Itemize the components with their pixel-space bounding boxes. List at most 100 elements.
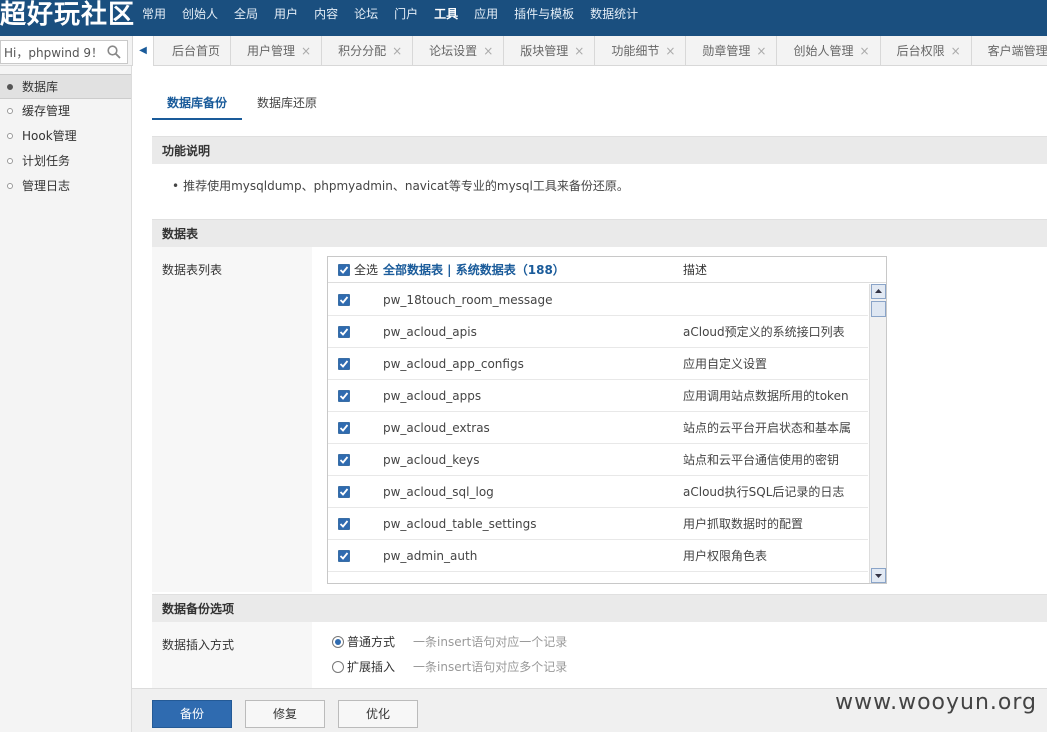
intro-text: • 推荐使用mysqldump、phpmyadmin、navicat等专业的mys…	[172, 179, 629, 193]
row-checkbox[interactable]	[338, 294, 350, 306]
table-name: pw_acloud_keys	[383, 453, 480, 467]
sidebar: 数据库 缓存管理 Hook管理 计划任务 管理日志	[0, 66, 132, 732]
table-row: pw_admin_auth 用户权限角色表	[328, 540, 868, 572]
main-nav: 常用 创始人 全局 用户 内容 论坛 门户 工具 应用 插件与模板 数据统计	[134, 0, 646, 30]
table-desc: aCloud预定义的系统接口列表	[683, 325, 845, 339]
table-name: pw_acloud_sql_log	[383, 485, 494, 499]
table-row: pw_acloud_app_configs 应用自定义设置	[328, 348, 868, 380]
check-icon	[339, 328, 349, 336]
close-icon[interactable]: ×	[756, 44, 766, 58]
table-name: pw_admin_auth	[383, 549, 478, 563]
table-rows: pw_18touch_room_message pw_acloud_apis a…	[328, 284, 868, 572]
table-desc: 站点和云平台通信使用的密钥	[683, 453, 840, 467]
close-icon[interactable]: ×	[392, 44, 402, 58]
table-desc: 站点的云平台开启状态和基本属	[683, 421, 852, 435]
nav-item-apps[interactable]: 应用	[466, 0, 506, 30]
section-title-tables: 数据表	[152, 219, 1047, 247]
backup-button[interactable]: 备份	[152, 700, 232, 728]
table-row: pw_acloud_table_settings 用户抓取数据时的配置	[328, 508, 868, 540]
table-name: pw_acloud_apps	[383, 389, 482, 403]
close-icon[interactable]: ×	[301, 44, 311, 58]
tab-admin-home[interactable]: 后台首页	[156, 36, 232, 66]
tab-credit-allocation[interactable]: 积分分配 ×	[322, 36, 414, 66]
watermark: www.wooyun.org	[835, 690, 1037, 715]
table-list-scrollbar[interactable]	[869, 284, 886, 583]
nav-item-plugins-templates[interactable]: 插件与模板	[506, 0, 582, 30]
repair-button[interactable]: 修复	[245, 700, 325, 728]
tab-feature-details[interactable]: 功能细节 ×	[595, 36, 687, 66]
search-input[interactable]	[1, 41, 101, 63]
tab-database-backup[interactable]: 数据库备份	[152, 86, 243, 120]
row-checkbox[interactable]	[338, 358, 350, 370]
table-name: pw_acloud_extras	[383, 421, 490, 435]
select-all-checkbox[interactable]	[338, 264, 350, 276]
tab-founder-management[interactable]: 创始人管理 ×	[777, 36, 881, 66]
bullet-icon	[7, 158, 13, 164]
check-icon	[339, 520, 349, 528]
open-tabs: 后台首页 用户管理 × 积分分配 × 论坛设置 × 版块管理 × 功能细节 × 勋章管理 ×…	[156, 36, 1047, 66]
row-checkbox[interactable]	[338, 390, 350, 402]
table-desc: 应用调用站点数据所用的token	[683, 389, 849, 403]
check-icon	[339, 488, 349, 496]
table-filter-links[interactable]: 全部数据表 | 系统数据表（188）	[383, 257, 565, 283]
section-title-intro: 功能说明	[152, 136, 1047, 164]
scroll-down-button[interactable]	[871, 568, 886, 583]
close-icon[interactable]: ×	[860, 44, 870, 58]
site-logo[interactable]: 超好玩社区	[0, 0, 135, 30]
nav-item-global[interactable]: 全局	[226, 0, 266, 30]
close-icon[interactable]: ×	[574, 44, 584, 58]
table-row: pw_18touch_room_message	[328, 284, 868, 316]
check-icon	[339, 266, 349, 274]
sidebar-item-scheduled-tasks[interactable]: 计划任务	[0, 149, 131, 174]
tabs-scroll-left-button[interactable]: ◀	[132, 36, 154, 66]
radio-button[interactable]	[332, 636, 344, 648]
tab-board-management[interactable]: 版块管理 ×	[504, 36, 596, 66]
optimize-button[interactable]: 优化	[338, 700, 418, 728]
sidebar-item-database[interactable]: 数据库	[0, 74, 131, 99]
close-icon[interactable]: ×	[665, 44, 675, 58]
row-checkbox[interactable]	[338, 486, 350, 498]
table-list-header: 全选 全部数据表 | 系统数据表（188） 描述	[328, 257, 886, 283]
row-checkbox[interactable]	[338, 550, 350, 562]
tab-medal-management[interactable]: 勋章管理 ×	[686, 36, 778, 66]
row-checkbox[interactable]	[338, 454, 350, 466]
tab-strip: ◀ 后台首页 用户管理× 积分分配× 论坛设置× 版块管理× 功能细节× 勋章管…	[0, 36, 1047, 66]
radio-extended-insert[interactable]: 扩展插入 一条insert语句对应多个记录	[332, 657, 567, 677]
sidebar-item-cache[interactable]: 缓存管理	[0, 99, 131, 124]
table-row: pw_acloud_extras 站点的云平台开启状态和基本属	[328, 412, 868, 444]
check-icon	[339, 360, 349, 368]
search-icon[interactable]	[107, 45, 121, 59]
tab-forum-settings[interactable]: 论坛设置 ×	[413, 36, 505, 66]
tab-admin-permissions[interactable]: 后台权限 ×	[881, 36, 972, 66]
scroll-thumb[interactable]	[871, 301, 886, 317]
scroll-up-button[interactable]	[871, 284, 886, 299]
radio-normal-insert[interactable]: 普通方式 一条insert语句对应一个记录	[332, 632, 567, 652]
nav-item-portal[interactable]: 门户	[386, 0, 426, 30]
nav-item-founder[interactable]: 创始人	[174, 0, 226, 30]
table-row: pw_acloud_keys 站点和云平台通信使用的密钥	[328, 444, 868, 476]
row-checkbox[interactable]	[338, 326, 350, 338]
tab-database-restore[interactable]: 数据库还原	[242, 86, 332, 120]
bullet-icon	[7, 108, 13, 114]
close-icon[interactable]: ×	[483, 44, 493, 58]
nav-item-common[interactable]: 常用	[134, 0, 174, 30]
nav-item-user[interactable]: 用户	[266, 0, 306, 30]
top-header: 超好玩社区 常用 创始人 全局 用户 内容 论坛 门户 工具 应用 插件与模板 …	[0, 0, 1047, 36]
row-checkbox[interactable]	[338, 422, 350, 434]
nav-item-statistics[interactable]: 数据统计	[582, 0, 646, 30]
chevron-left-icon: ◀	[139, 45, 147, 56]
radio-button[interactable]	[332, 661, 344, 673]
nav-item-tools[interactable]: 工具	[426, 0, 466, 30]
tab-client-management[interactable]: 客户端管理	[972, 36, 1047, 66]
section-title-options: 数据备份选项	[152, 594, 1047, 622]
main-content: 数据库备份 数据库还原 功能说明 • 推荐使用mysqldump、phpmyadm…	[132, 66, 1047, 732]
select-all-label[interactable]: 全选	[354, 257, 378, 283]
row-checkbox[interactable]	[338, 518, 350, 530]
nav-item-content[interactable]: 内容	[306, 0, 346, 30]
nav-item-forum[interactable]: 论坛	[346, 0, 386, 30]
sidebar-item-hook[interactable]: Hook管理	[0, 124, 131, 149]
tab-user-management[interactable]: 用户管理 ×	[231, 36, 323, 66]
sidebar-item-admin-log[interactable]: 管理日志	[0, 174, 131, 199]
check-icon	[339, 424, 349, 432]
close-icon[interactable]: ×	[951, 44, 961, 58]
